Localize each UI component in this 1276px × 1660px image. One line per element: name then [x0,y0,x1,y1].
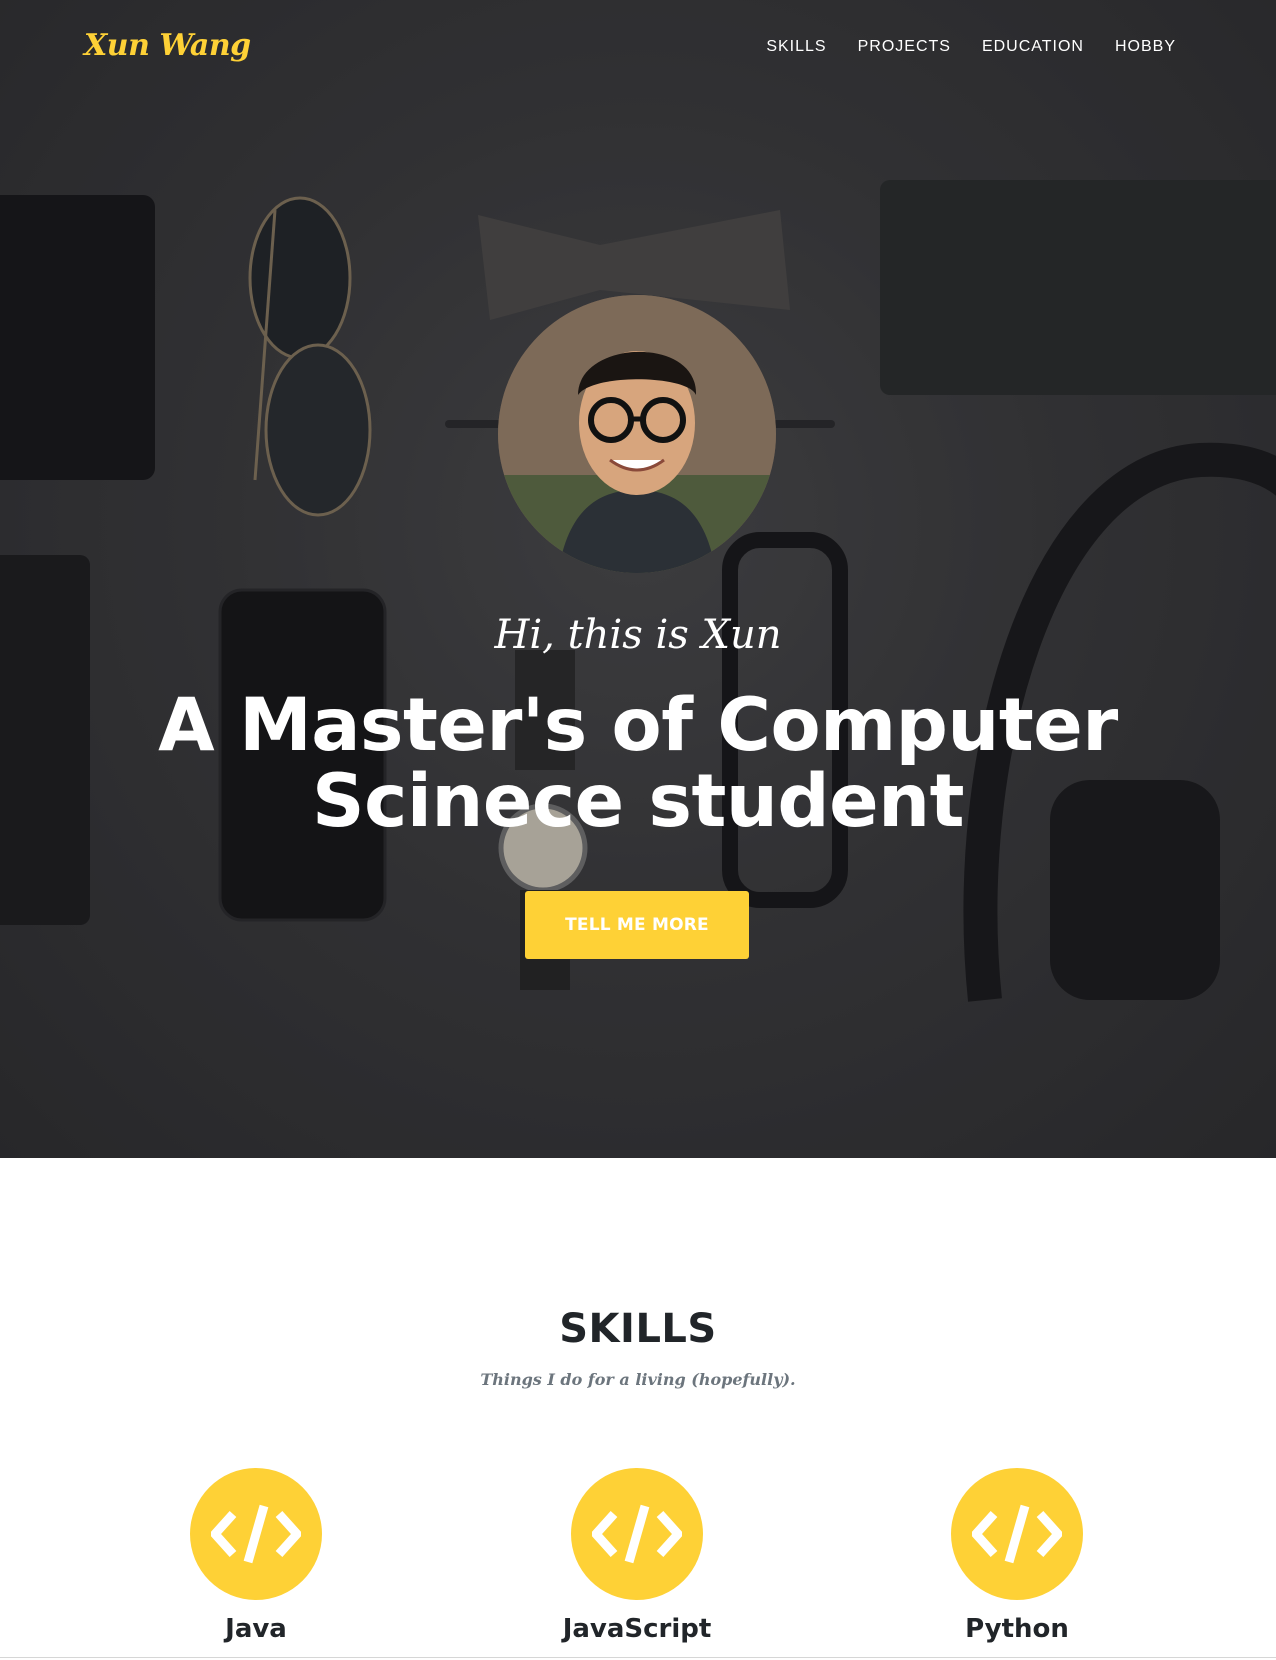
intro-heading: A Master's of Computer Scinece student [158,683,1118,844]
nav-link-education[interactable]: Education [982,38,1084,55]
brand-logo[interactable]: Xun Wang [84,28,251,63]
section-heading: SKILLS [559,1306,717,1352]
section-subheading: Things I do for a living (hopefully). [480,1370,796,1389]
skill-name: Java [225,1614,287,1644]
nav-item-education: Education [982,38,1084,56]
skill-java: Java [106,1468,406,1644]
skill-name: JavaScript [562,1614,712,1644]
skill-python: Python [867,1468,1167,1644]
navbar: Xun Wang Skills Projects Education Hobby [0,0,1276,96]
skill-javascript: JavaScript [487,1468,787,1644]
nav-link-skills[interactable]: Skills [766,38,826,55]
code-icon [190,1468,322,1600]
masthead: Xun Wang Skills Projects Education Hobby… [0,0,1276,1158]
nav-item-hobby: Hobby [1115,38,1176,56]
profile-photo [498,295,776,573]
intro-lead: Hi, this is Xun [494,612,782,658]
nav-links: Skills Projects Education Hobby [766,38,1176,56]
divider [0,1657,1276,1658]
skills-section: SKILLS Things I do for a living (hopeful… [0,1158,1276,1660]
hero-overlay [0,0,1276,1158]
code-icon [951,1468,1083,1600]
code-icon [571,1468,703,1600]
tell-me-more-button[interactable]: Tell Me More [525,891,749,959]
skill-name: Python [965,1614,1069,1644]
nav-item-skills: Skills [766,38,826,56]
nav-item-projects: Projects [858,38,951,56]
nav-link-hobby[interactable]: Hobby [1115,38,1176,55]
profile-photo-illustration [498,295,776,573]
nav-link-projects[interactable]: Projects [858,38,951,55]
